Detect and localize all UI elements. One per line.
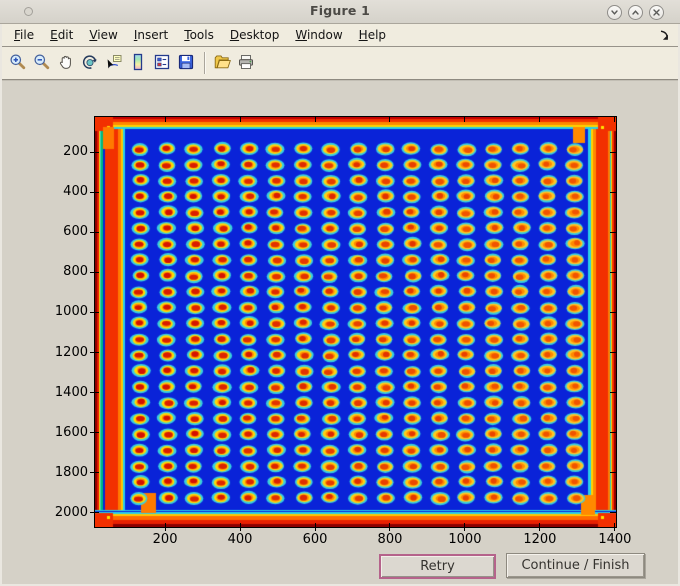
y-tick-label: 1000 (54, 304, 88, 320)
toolbar (0, 47, 680, 80)
y-tick-right (610, 231, 616, 233)
y-tick-right (610, 271, 616, 273)
x-tick (614, 523, 616, 531)
x-tick (539, 523, 541, 531)
rotate-3d-icon (81, 53, 99, 74)
y-tick (90, 432, 99, 434)
y-tick-right (610, 151, 616, 153)
continue-finish-button[interactable]: Continue / Finish (506, 553, 645, 578)
window-title: Figure 1 (310, 3, 370, 18)
x-tick-label: 200 (152, 532, 178, 547)
y-tick-label: 1400 (54, 384, 88, 400)
y-tick-label: 1800 (54, 464, 88, 480)
colorbar-button[interactable] (127, 52, 149, 74)
colorbar-icon (129, 53, 147, 74)
menu-item-file[interactable]: File (6, 26, 42, 45)
save-button[interactable] (175, 52, 197, 74)
y-tick-label: 2000 (54, 504, 88, 520)
x-tick-top (389, 117, 391, 122)
x-tick-top (539, 117, 541, 122)
y-tick-right (610, 352, 616, 354)
window-shade-button[interactable] (607, 5, 622, 20)
x-tick-label: 400 (227, 532, 253, 547)
print-icon (237, 53, 255, 74)
open-file-button[interactable] (211, 52, 233, 74)
x-tick-top (164, 117, 166, 122)
menu-item-window[interactable]: Window (287, 26, 350, 45)
y-tick-right (610, 432, 616, 434)
x-tick-label: 1200 (523, 532, 557, 547)
x-tick-top (614, 117, 616, 122)
open-file-icon (213, 53, 231, 74)
x-tick-top (239, 117, 241, 122)
window-border-left (0, 24, 2, 586)
menu-item-view[interactable]: View (81, 26, 125, 45)
titlebar[interactable]: Figure 1 (0, 0, 680, 24)
y-tick (90, 512, 99, 514)
legend-icon (153, 53, 171, 74)
dock-figure-arrow-icon[interactable] (658, 28, 672, 47)
menu-item-edit[interactable]: Edit (42, 26, 81, 45)
y-tick-label: 200 (63, 144, 88, 160)
x-tick-label: 600 (302, 532, 328, 547)
chevron-down-icon (609, 7, 620, 18)
x-tick (164, 523, 166, 531)
y-tick (90, 231, 99, 233)
y-tick-right (610, 191, 616, 193)
x-tick-label: 800 (377, 532, 403, 547)
plate-heatmap-image (95, 117, 616, 527)
y-tick (90, 472, 99, 474)
menu-item-tools[interactable]: Tools (176, 26, 222, 45)
y-tick-label: 600 (63, 224, 88, 240)
menubar: File Edit View Insert Tools Desktop Window Help (0, 24, 680, 47)
retry-button[interactable]: Retry (379, 554, 496, 579)
pan-button[interactable] (55, 52, 77, 74)
figure-window: Figure 1 File Edit View Insert Tools Desktop W… (0, 0, 680, 586)
menu-item-help[interactable]: Help (351, 26, 394, 45)
x-tick (314, 523, 316, 531)
zoom-out-button[interactable] (31, 52, 53, 74)
y-tick (90, 392, 99, 394)
x-tick (239, 523, 241, 531)
y-tick (90, 352, 99, 354)
zoom-in-button[interactable] (7, 52, 29, 74)
toolbar-separator (204, 52, 206, 74)
zoom-out-icon (33, 53, 51, 74)
y-tick-right (610, 472, 616, 474)
y-tick (90, 311, 99, 313)
y-tick-label: 1200 (54, 344, 88, 360)
window-unshade-button[interactable] (628, 5, 643, 20)
print-button[interactable] (235, 52, 257, 74)
rotate-3d-button[interactable] (79, 52, 101, 74)
x-tick (464, 523, 466, 531)
y-tick-label: 1600 (54, 424, 88, 440)
chevron-up-icon (630, 7, 641, 18)
save-icon (177, 53, 195, 74)
legend-button[interactable] (151, 52, 173, 74)
data-cursor-button[interactable] (103, 52, 125, 74)
y-tick-label: 400 (63, 184, 88, 200)
x-tick-top (464, 117, 466, 122)
data-cursor-icon (105, 53, 123, 74)
y-tick (90, 191, 99, 193)
y-tick-right (610, 512, 616, 514)
close-icon (651, 7, 662, 18)
y-tick-right (610, 392, 616, 394)
y-tick-right (610, 311, 616, 313)
x-tick-top (314, 117, 316, 122)
x-tick (389, 523, 391, 531)
zoom-in-icon (9, 53, 27, 74)
x-tick-label: 1400 (598, 532, 632, 547)
menu-item-insert[interactable]: Insert (126, 26, 176, 45)
y-tick-label: 800 (63, 264, 88, 280)
menu-item-desktop[interactable]: Desktop (222, 26, 288, 45)
y-tick (90, 151, 99, 153)
x-tick-label: 1000 (448, 532, 482, 547)
window-close-button[interactable] (649, 5, 664, 20)
pan-icon (57, 53, 75, 74)
y-tick (90, 271, 99, 273)
